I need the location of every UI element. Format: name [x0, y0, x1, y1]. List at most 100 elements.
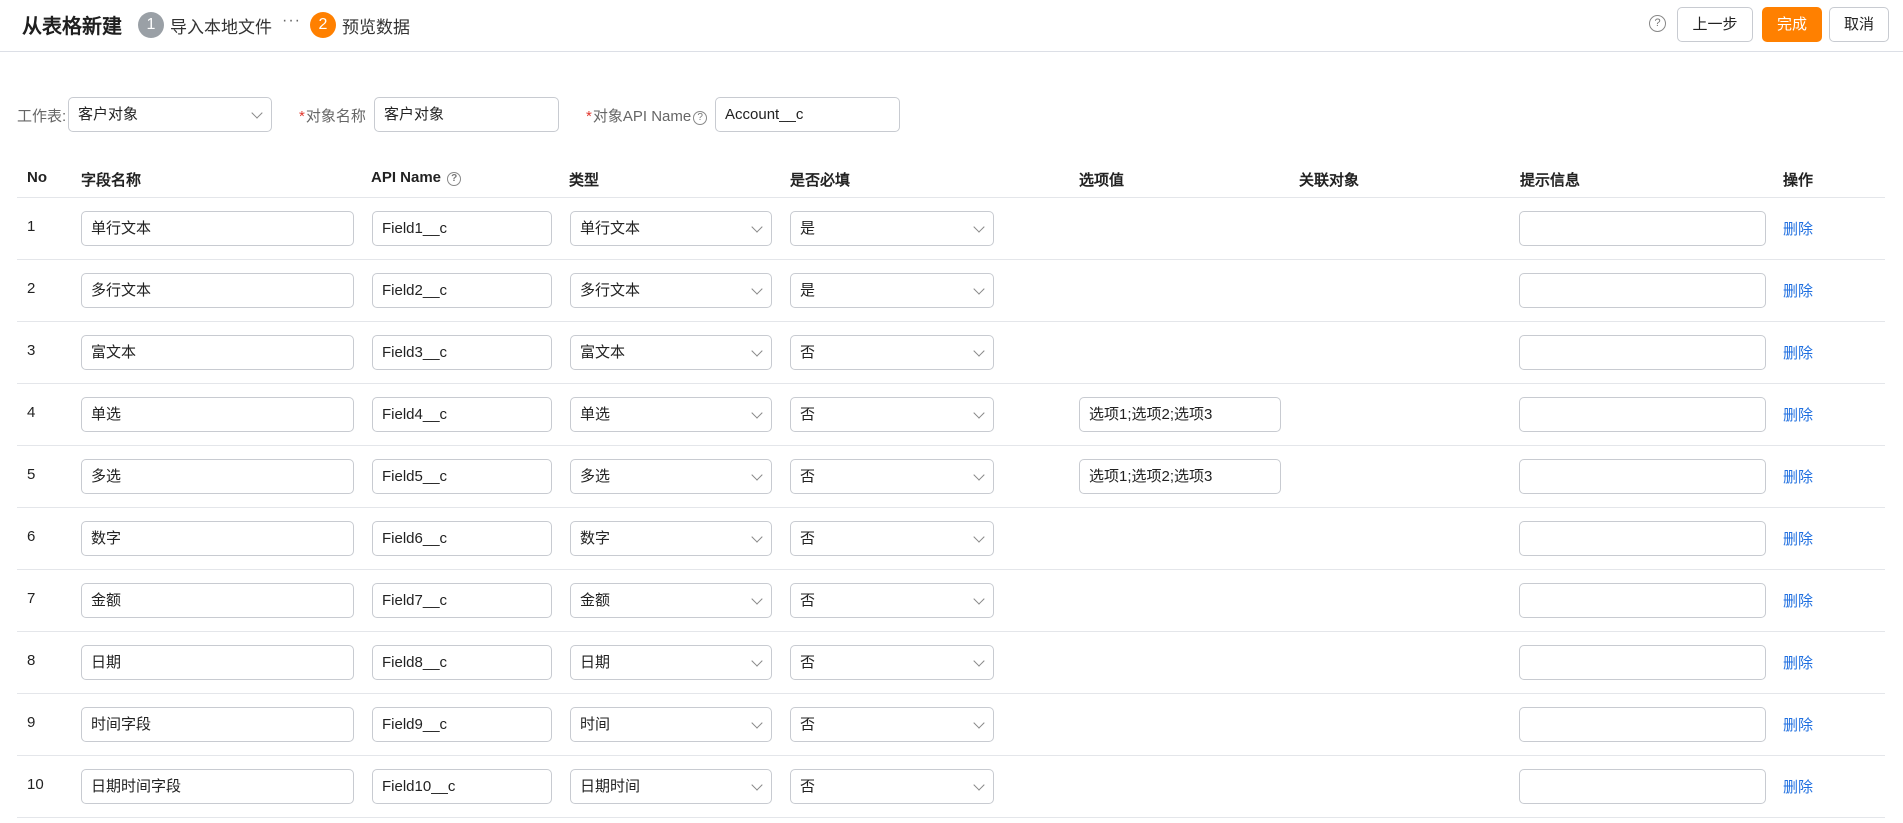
chevron-down-icon: [973, 779, 985, 791]
step-preview-data[interactable]: 2 预览数据: [310, 12, 410, 38]
field-name-input[interactable]: 数字: [81, 521, 354, 556]
required-mark: *: [299, 108, 305, 125]
type-select-value: 富文本: [580, 344, 626, 361]
object-name-label-text: 对象名称: [305, 108, 366, 125]
hint-input[interactable]: [1519, 707, 1766, 742]
done-button[interactable]: 完成: [1762, 7, 1822, 42]
field-name-input[interactable]: 单行文本: [81, 211, 354, 246]
help-icon[interactable]: ?: [1649, 15, 1666, 32]
required-select[interactable]: 否: [790, 645, 994, 680]
delete-link[interactable]: 删除: [1783, 280, 1813, 301]
required-select-value: 否: [800, 406, 816, 423]
row-number: 2: [27, 280, 36, 297]
api-name-input[interactable]: Field5__c: [372, 459, 552, 494]
delete-link[interactable]: 删除: [1783, 652, 1813, 673]
required-select-value: 是: [800, 282, 816, 299]
sheet-label: 工作表:: [17, 108, 67, 125]
required-select[interactable]: 是: [790, 273, 994, 308]
chevron-down-icon: [751, 345, 763, 357]
hint-input[interactable]: [1519, 645, 1766, 680]
table-row: 7 金额 Field7__c 金额 否 删除: [17, 570, 1885, 632]
required-select[interactable]: 否: [790, 707, 994, 742]
table-row: 3 富文本 Field3__c 富文本 否 删除: [17, 322, 1885, 384]
help-icon[interactable]: ?: [693, 111, 708, 125]
delete-link[interactable]: 删除: [1783, 714, 1813, 735]
type-select[interactable]: 富文本: [570, 335, 772, 370]
type-select[interactable]: 日期: [570, 645, 772, 680]
chevron-down-icon: [751, 779, 763, 791]
hint-input[interactable]: [1519, 211, 1766, 246]
type-select-value: 金额: [580, 592, 611, 609]
hint-input[interactable]: [1519, 769, 1766, 804]
type-select[interactable]: 时间: [570, 707, 772, 742]
hint-input[interactable]: [1519, 521, 1766, 556]
chevron-down-icon: [751, 717, 763, 729]
hint-input[interactable]: [1519, 397, 1766, 432]
required-mark: *: [586, 108, 592, 125]
field-name-input[interactable]: 金额: [81, 583, 354, 618]
step-import-file[interactable]: 1 导入本地文件: [138, 12, 272, 38]
api-name-input[interactable]: Field3__c: [372, 335, 552, 370]
type-select[interactable]: 单行文本: [570, 211, 772, 246]
required-select[interactable]: 否: [790, 769, 994, 804]
type-select[interactable]: 多行文本: [570, 273, 772, 308]
row-number: 7: [27, 590, 36, 607]
api-name-input[interactable]: Field2__c: [372, 273, 552, 308]
hint-input[interactable]: [1519, 583, 1766, 618]
hint-input[interactable]: [1519, 335, 1766, 370]
table-row: 2 多行文本 Field2__c 多行文本 是 删除: [17, 260, 1885, 322]
field-name-input[interactable]: 单选: [81, 397, 354, 432]
options-input[interactable]: 选项1;选项2;选项3: [1079, 397, 1281, 432]
field-name-input[interactable]: 富文本: [81, 335, 354, 370]
object-name-input[interactable]: 客户对象: [374, 97, 559, 132]
object-api-name-input[interactable]: Account__c: [715, 97, 900, 132]
chevron-down-icon: [251, 107, 263, 119]
hint-input[interactable]: [1519, 273, 1766, 308]
column-header-api-name-text: API Name: [371, 169, 442, 186]
hint-input[interactable]: [1519, 459, 1766, 494]
sheet-select[interactable]: 客户对象: [68, 97, 272, 132]
field-name-input[interactable]: 多行文本: [81, 273, 354, 308]
api-name-input[interactable]: Field10__c: [372, 769, 552, 804]
api-name-input[interactable]: Field4__c: [372, 397, 552, 432]
delete-link[interactable]: 删除: [1783, 776, 1813, 797]
field-name-input[interactable]: 日期时间字段: [81, 769, 354, 804]
type-select[interactable]: 金额: [570, 583, 772, 618]
required-select[interactable]: 否: [790, 521, 994, 556]
required-select[interactable]: 否: [790, 583, 994, 618]
step-label-import: 导入本地文件: [170, 17, 272, 37]
cancel-button[interactable]: 取消: [1829, 7, 1889, 42]
type-select-value: 日期: [580, 654, 611, 671]
required-select[interactable]: 否: [790, 459, 994, 494]
required-select[interactable]: 否: [790, 335, 994, 370]
required-select[interactable]: 否: [790, 397, 994, 432]
type-select[interactable]: 多选: [570, 459, 772, 494]
api-name-input[interactable]: Field8__c: [372, 645, 552, 680]
type-select[interactable]: 单选: [570, 397, 772, 432]
field-name-input[interactable]: 日期: [81, 645, 354, 680]
required-select[interactable]: 是: [790, 211, 994, 246]
object-api-name-label: *对象API Name?: [586, 105, 708, 126]
header-bar: 从表格新建 1 导入本地文件 ··· 2 预览数据 ? 上一步 完成 取消: [0, 0, 1903, 52]
step-label-preview: 预览数据: [342, 17, 410, 37]
api-name-input[interactable]: Field6__c: [372, 521, 552, 556]
options-input[interactable]: 选项1;选项2;选项3: [1079, 459, 1281, 494]
delete-link[interactable]: 删除: [1783, 342, 1813, 363]
help-icon[interactable]: ?: [447, 172, 462, 186]
field-name-input[interactable]: 时间字段: [81, 707, 354, 742]
delete-link[interactable]: 删除: [1783, 466, 1813, 487]
previous-step-button[interactable]: 上一步: [1677, 7, 1753, 42]
delete-link[interactable]: 删除: [1783, 528, 1813, 549]
delete-link[interactable]: 删除: [1783, 590, 1813, 611]
row-number: 8: [27, 652, 36, 669]
column-header-hint: 提示信息: [1520, 172, 1581, 189]
type-select-value: 多行文本: [580, 282, 641, 299]
type-select[interactable]: 日期时间: [570, 769, 772, 804]
api-name-input[interactable]: Field7__c: [372, 583, 552, 618]
type-select[interactable]: 数字: [570, 521, 772, 556]
field-name-input[interactable]: 多选: [81, 459, 354, 494]
delete-link[interactable]: 删除: [1783, 404, 1813, 425]
api-name-input[interactable]: Field1__c: [372, 211, 552, 246]
api-name-input[interactable]: Field9__c: [372, 707, 552, 742]
delete-link[interactable]: 删除: [1783, 218, 1813, 239]
